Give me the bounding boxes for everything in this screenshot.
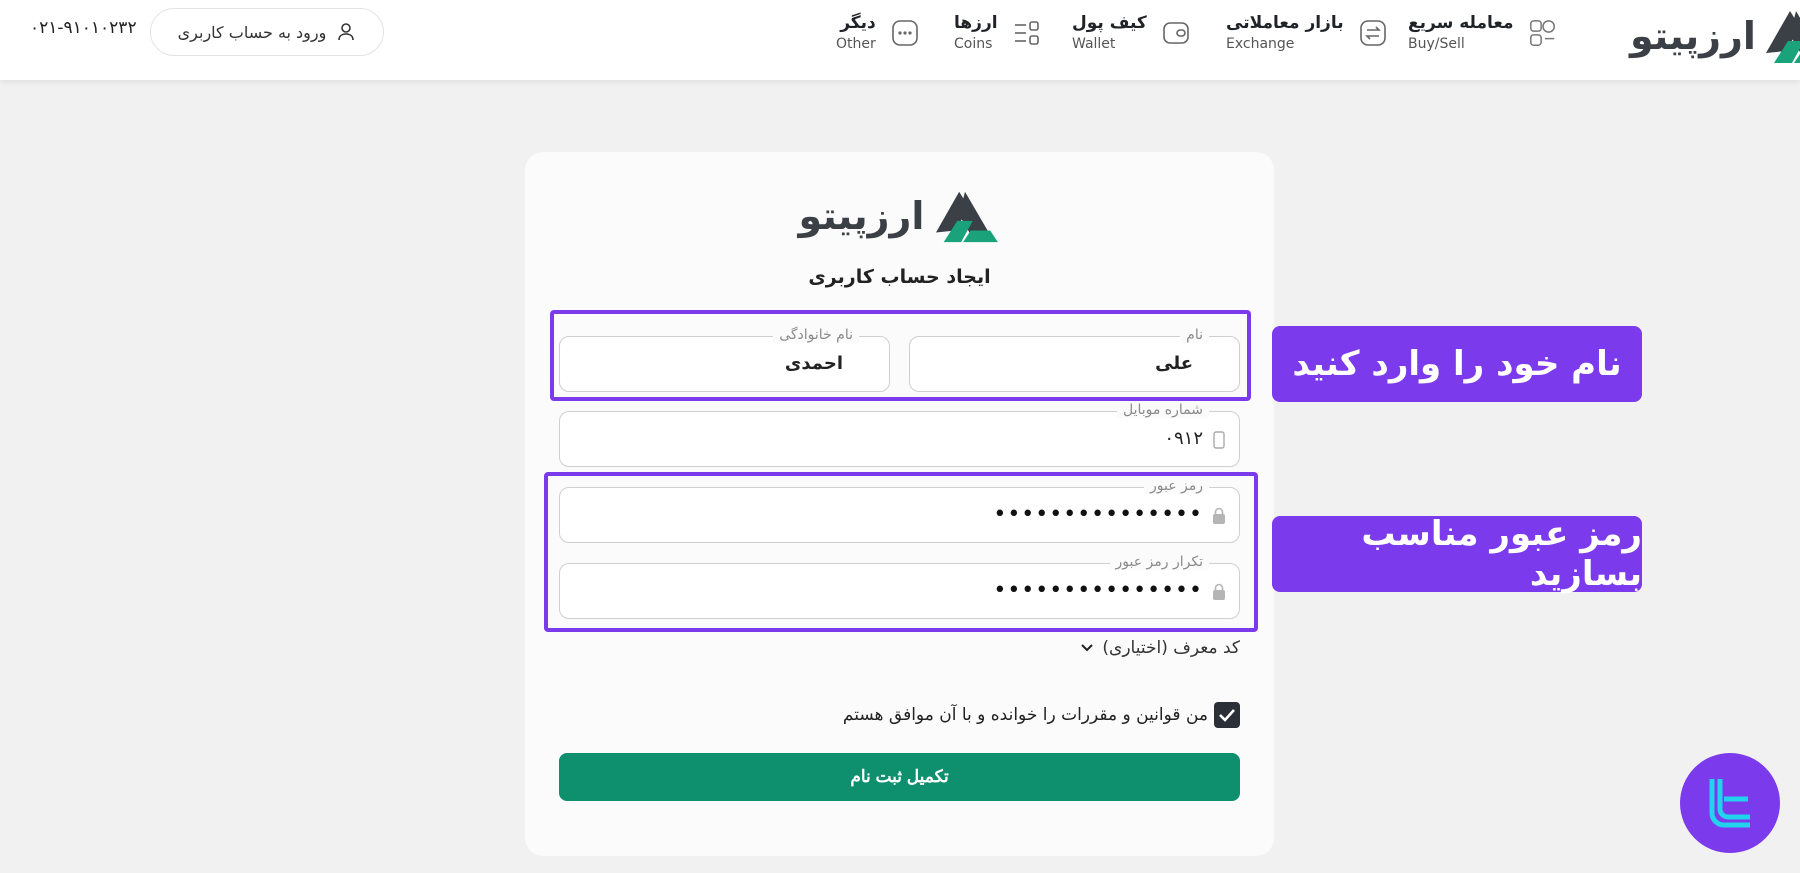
login-button-label: ورود به حساب کاربری: [177, 22, 327, 42]
mobile-label: شماره موبایل: [1116, 402, 1209, 418]
nav-sub-exchange: Exchange: [1226, 36, 1295, 52]
nav-item-other[interactable]: دیگر Other: [836, 8, 920, 58]
nav-title-exchange: بازار معاملاتی: [1226, 13, 1344, 33]
card-brand-logo: ارزپیتو: [525, 186, 1274, 246]
brand-logo[interactable]: ارزپیتو: [1630, 6, 1800, 66]
page-title: ایجاد حساب کاربری: [808, 266, 991, 288]
wallet-icon: [1161, 18, 1191, 48]
nav-title-coins: ارزها: [954, 13, 998, 33]
nav-sub-other: Other: [836, 36, 876, 52]
coins-icon: [1012, 18, 1042, 48]
password-fields-highlight: [544, 472, 1258, 632]
nav-item-exchange[interactable]: بازار معاملاتی Exchange: [1226, 8, 1388, 58]
terms-checkbox[interactable]: [1214, 702, 1240, 728]
password-callout: رمز عبور مناسب بسازید: [1272, 514, 1642, 594]
check-icon: [1219, 709, 1235, 722]
login-button[interactable]: ورود به حساب کاربری: [150, 8, 384, 56]
nav-title-wallet: کیف پول: [1072, 13, 1147, 33]
support-phone: ۰۲۱-۹۱۰۱۰۲۳۲: [30, 18, 137, 38]
exchange-icon: [1358, 18, 1388, 48]
card-brand-wordmark: ارزپیتو: [798, 194, 926, 238]
nav-sub-wallet: Wallet: [1072, 36, 1116, 52]
mobile-field[interactable]: شماره موبایل ۰۹۱۲: [559, 402, 1240, 467]
phone-icon: [1213, 431, 1225, 449]
buy-sell-icon: [1528, 18, 1558, 48]
nav-sub-buy-sell: Buy/Sell: [1408, 36, 1465, 52]
nav-item-wallet[interactable]: کیف پول Wallet: [1072, 8, 1191, 58]
more-icon: [890, 18, 920, 48]
nav-item-buy-sell[interactable]: معامله سریع Buy/Sell: [1408, 8, 1558, 58]
name-fields-highlight: [550, 310, 1251, 401]
nav-sub-coins: Coins: [954, 36, 993, 52]
terms-row: من قوانین و مقررات را خوانده و با آن موا…: [843, 702, 1240, 728]
brand-mark-icon: [1765, 11, 1800, 63]
brand-wordmark: ارزپیتو: [1630, 14, 1757, 58]
referral-toggle[interactable]: کد معرف (اختیاری): [1080, 638, 1240, 658]
chevron-down-icon: [1081, 644, 1094, 652]
nav-title-buy-sell: معامله سریع: [1408, 13, 1514, 33]
nav-title-other: دیگر: [840, 13, 876, 33]
name-callout: نام خود را وارد کنید: [1272, 326, 1642, 402]
nav-item-coins[interactable]: ارزها Coins: [954, 8, 1042, 58]
submit-signup-button[interactable]: تکمیل ثبت نام: [559, 753, 1240, 801]
terms-label: من قوانین و مقررات را خوانده و با آن موا…: [842, 705, 1208, 725]
watermark-logo-icon: [1680, 753, 1780, 853]
referral-label: کد معرف (اختیاری): [1102, 638, 1240, 658]
brand-mark-icon: [936, 191, 999, 243]
top-navbar: ۰۲۱-۹۱۰۱۰۲۳۲ ورود به حساب کاربری دیگر Ot…: [0, 0, 1800, 80]
user-icon: [338, 23, 355, 41]
mobile-value: ۰۹۱۲: [1164, 428, 1203, 449]
